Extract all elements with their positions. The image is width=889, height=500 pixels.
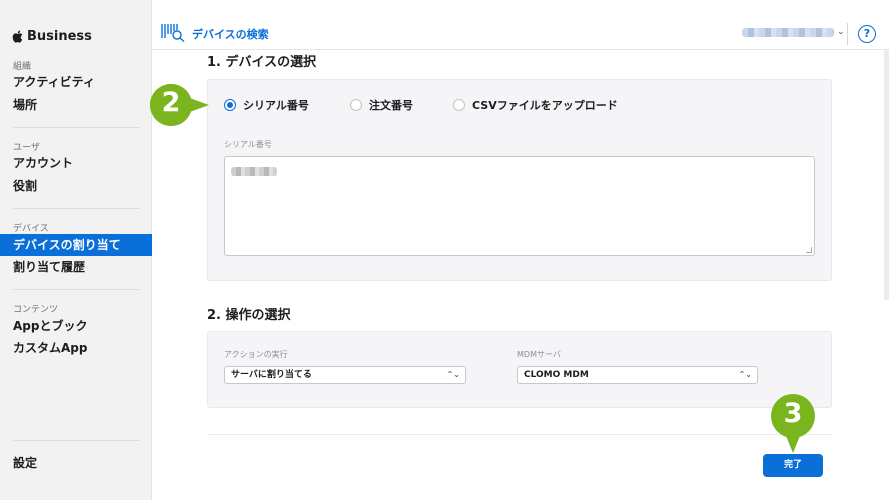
brand-logo: Business xyxy=(12,29,92,44)
sidebar-item-apps-books[interactable]: Appとブック xyxy=(0,315,152,337)
sidebar-item-device-assignment[interactable]: デバイスの割り当て xyxy=(0,234,152,256)
page-title[interactable]: デバイスの検索 xyxy=(192,26,269,42)
top-bar: デバイスの検索 ⌄ ? xyxy=(152,0,889,50)
section-header-content: コンテンツ xyxy=(13,305,59,315)
brand-name: Business xyxy=(27,29,92,44)
divider xyxy=(13,127,140,128)
radio-csv[interactable]: CSVファイルをアップロード xyxy=(453,97,618,113)
resize-handle[interactable] xyxy=(806,247,812,253)
mdm-label: MDMサーバ xyxy=(517,350,561,359)
action-label: アクションの実行 xyxy=(224,350,288,359)
help-button[interactable]: ? xyxy=(858,25,876,43)
callout-number: 2 xyxy=(161,87,181,118)
divider xyxy=(207,434,832,435)
account-menu[interactable]: ⌄ xyxy=(742,27,845,37)
account-name-redacted xyxy=(742,27,834,37)
section-title-operation: 2. 操作の選択 xyxy=(207,308,291,323)
radio-label: シリアル番号 xyxy=(243,99,309,112)
select-arrows-icon: ⌃⌄ xyxy=(446,370,460,379)
sidebar-item-assignment-history[interactable]: 割り当て履歴 xyxy=(0,256,152,278)
mdm-select-value: CLOMO MDM xyxy=(524,370,589,380)
sidebar-item-accounts[interactable]: アカウント xyxy=(0,152,152,174)
sidebar: Business 組織 アクティビティ 場所 ユーザ アカウント 役割 デバイス… xyxy=(0,0,152,500)
radio-button[interactable] xyxy=(350,99,362,111)
sidebar-item-locations[interactable]: 場所 xyxy=(0,94,152,116)
scrollbar[interactable] xyxy=(884,50,889,300)
barcode-search-icon[interactable] xyxy=(160,22,186,42)
mdm-server-select[interactable]: CLOMO MDM ⌃⌄ xyxy=(517,366,758,384)
radio-label: 注文番号 xyxy=(369,99,413,112)
radio-label: CSVファイルをアップロード xyxy=(472,99,618,112)
divider xyxy=(847,23,848,45)
callout-step-3: 3 xyxy=(770,393,816,453)
serial-value-redacted xyxy=(231,167,277,176)
sidebar-item-activity[interactable]: アクティビティ xyxy=(0,71,152,93)
sidebar-item-custom-apps[interactable]: カスタムApp xyxy=(0,337,152,359)
radio-order[interactable]: 注文番号 xyxy=(350,97,413,113)
done-button[interactable]: 完了 xyxy=(763,454,823,477)
apple-icon xyxy=(12,30,23,43)
radio-serial[interactable]: シリアル番号 xyxy=(224,97,309,113)
divider xyxy=(13,440,140,441)
section-title-device-selection: 1. デバイスの選択 xyxy=(207,55,317,70)
radio-button-checked[interactable] xyxy=(224,99,236,111)
divider xyxy=(13,289,140,290)
radio-button[interactable] xyxy=(453,99,465,111)
action-select-value: サーバに割り当てる xyxy=(231,370,312,380)
select-arrows-icon: ⌃⌄ xyxy=(738,370,752,379)
sidebar-item-settings[interactable]: 設定 xyxy=(0,452,152,474)
chevron-down-icon: ⌄ xyxy=(837,27,845,37)
serial-number-textarea[interactable] xyxy=(224,156,815,256)
sidebar-item-roles[interactable]: 役割 xyxy=(0,175,152,197)
callout-number: 3 xyxy=(783,398,803,429)
action-select[interactable]: サーバに割り当てる ⌃⌄ xyxy=(224,366,466,384)
divider xyxy=(13,208,140,209)
section-header-devices: デバイス xyxy=(13,224,49,234)
callout-step-2: 2 xyxy=(147,82,209,128)
serial-field-label: シリアル番号 xyxy=(224,140,272,149)
